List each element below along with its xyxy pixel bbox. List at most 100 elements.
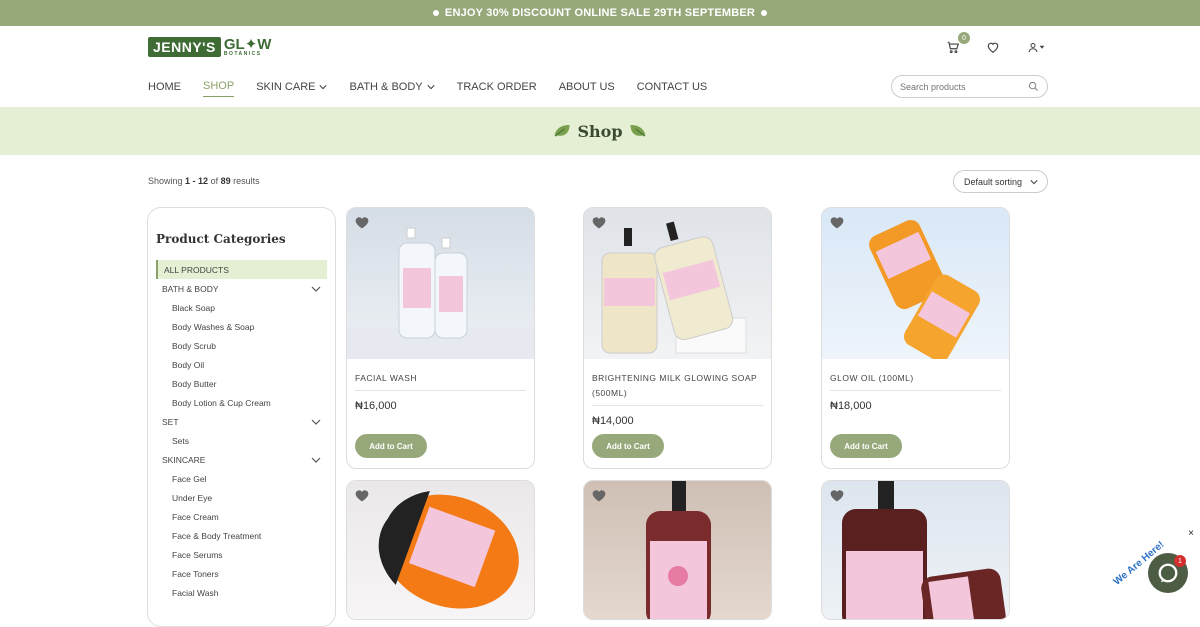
product-card[interactable]: FACIAL WASH ₦16,000 Add to Cart (346, 207, 535, 469)
category-label: BATH & BODY (162, 284, 219, 294)
page-banner: Shop (0, 107, 1200, 155)
product-card[interactable]: BRIGHTENING MILK GLOWING SOAP (500ML) ₦1… (583, 207, 772, 469)
nav-skin-care[interactable]: SKIN CARE (256, 80, 327, 97)
category-face-toners[interactable]: Face Toners (156, 564, 327, 583)
nav-label: HOME (148, 81, 181, 93)
heart-icon[interactable] (354, 488, 370, 502)
product-photo (822, 481, 1009, 620)
chat-close-button[interactable]: × (1188, 528, 1194, 539)
heart-icon (986, 40, 1000, 54)
product-name[interactable]: BRIGHTENING MILK GLOWING SOAP (500ML) (584, 359, 771, 401)
logo-glow: GL✦W BOTANICS (224, 37, 272, 57)
category-sets[interactable]: Sets (156, 431, 327, 450)
heart-icon[interactable] (591, 215, 607, 229)
bullet-icon (433, 10, 439, 16)
category-label: Black Soap (172, 303, 215, 313)
product-card[interactable] (346, 480, 535, 620)
chevron-down-icon (319, 83, 327, 91)
account-button[interactable] (1024, 38, 1048, 56)
wishlist-button[interactable] (984, 38, 1002, 56)
category-body-oil[interactable]: Body Oil (156, 355, 327, 374)
sort-select[interactable]: Default sorting (953, 170, 1048, 193)
nav-contact-us[interactable]: CONTACT US (637, 80, 708, 97)
announcement-text: ENJOY 30% DISCOUNT ONLINE SALE 29TH SEPT… (445, 7, 755, 19)
heart-icon[interactable] (354, 215, 370, 229)
product-price: ₦16,000 (347, 391, 534, 412)
cart-icon (946, 40, 960, 54)
category-body-butter[interactable]: Body Butter (156, 374, 327, 393)
leaf-icon (553, 123, 571, 139)
nav-shop[interactable]: SHOP (203, 80, 234, 97)
category-skincare[interactable]: SKINCARE (156, 450, 327, 469)
nav-label: CONTACT US (637, 81, 708, 93)
product-card[interactable]: GLOW OIL (100ML) ₦18,000 Add to Cart (821, 207, 1010, 469)
chevron-down-icon[interactable] (311, 455, 321, 465)
category-label: Sets (172, 436, 189, 446)
category-body-lotion[interactable]: Body Lotion & Cup Cream (156, 393, 327, 412)
product-card[interactable] (821, 480, 1010, 620)
product-image[interactable] (584, 481, 771, 620)
product-image[interactable] (584, 208, 771, 359)
category-facial-wash[interactable]: Facial Wash (156, 583, 327, 602)
leaf-icon (629, 123, 647, 139)
site-logo[interactable]: JENNY'S GL✦W BOTANICS (148, 37, 271, 57)
search-input[interactable] (900, 82, 1020, 92)
chevron-down-icon[interactable] (311, 284, 321, 294)
chat-button[interactable]: 1 (1148, 553, 1188, 593)
search-icon[interactable] (1028, 81, 1039, 92)
add-to-cart-button[interactable]: Add to Cart (592, 434, 664, 458)
product-name[interactable]: FACIAL WASH (347, 359, 534, 386)
category-face-body-treatment[interactable]: Face & Body Treatment (156, 526, 327, 545)
category-label: Body Oil (172, 360, 204, 370)
results-range: 1 - 12 (185, 176, 208, 186)
category-label: Face Toners (172, 569, 219, 579)
product-photo (584, 481, 771, 620)
category-set[interactable]: SET (156, 412, 327, 431)
category-label: SET (162, 417, 179, 427)
category-black-soap[interactable]: Black Soap (156, 298, 327, 317)
product-image[interactable] (822, 208, 1009, 359)
category-label: Facial Wash (172, 588, 218, 598)
results-total: 89 (221, 176, 231, 186)
product-photo (347, 208, 534, 359)
category-label: Body Scrub (172, 341, 216, 351)
product-image[interactable] (347, 208, 534, 359)
product-image[interactable] (347, 481, 534, 620)
cart-button[interactable]: 0 (944, 38, 962, 56)
category-face-cream[interactable]: Face Cream (156, 507, 327, 526)
heart-icon[interactable] (829, 215, 845, 229)
chevron-down-icon (1030, 178, 1038, 186)
announcement-bar: ENJOY 30% DISCOUNT ONLINE SALE 29TH SEPT… (0, 0, 1200, 26)
product-name[interactable]: GLOW OIL (100ML) (822, 359, 1009, 386)
category-sidebar: Product Categories ALL PRODUCTS BATH & B… (147, 207, 336, 627)
category-label: Face Cream (172, 512, 219, 522)
nav-track-order[interactable]: TRACK ORDER (457, 80, 537, 97)
product-price: ₦14,000 (584, 406, 771, 427)
category-label: Face & Body Treatment (172, 531, 261, 541)
nav-bath-body[interactable]: BATH & BODY (349, 80, 434, 97)
heart-icon[interactable] (591, 488, 607, 502)
category-face-gel[interactable]: Face Gel (156, 469, 327, 488)
category-body-washes-soap[interactable]: Body Washes & Soap (156, 317, 327, 336)
category-all-products[interactable]: ALL PRODUCTS (156, 260, 327, 279)
header-icons: 0 (944, 38, 1048, 56)
product-card[interactable] (583, 480, 772, 620)
category-bath-body[interactable]: BATH & BODY (156, 279, 327, 298)
category-under-eye[interactable]: Under Eye (156, 488, 327, 507)
category-label: Body Lotion & Cup Cream (172, 398, 271, 408)
chevron-down-icon[interactable] (311, 417, 321, 427)
product-image[interactable] (822, 481, 1009, 620)
add-to-cart-button[interactable]: Add to Cart (830, 434, 902, 458)
results-toolbar: Showing 1 - 12 of 89 results Default sor… (0, 155, 1200, 207)
category-body-scrub[interactable]: Body Scrub (156, 336, 327, 355)
site-header: JENNY'S GL✦W BOTANICS 0 HOME SHOP SKIN C… (0, 26, 1200, 107)
main-nav: HOME SHOP SKIN CARE BATH & BODY TRACK OR… (148, 80, 707, 97)
heart-icon[interactable] (829, 488, 845, 502)
nav-home[interactable]: HOME (148, 80, 181, 97)
category-face-serums[interactable]: Face Serums (156, 545, 327, 564)
add-to-cart-button[interactable]: Add to Cart (355, 434, 427, 458)
category-label: Face Serums (172, 550, 223, 560)
nav-label: SHOP (203, 80, 234, 92)
logo-main: JENNY'S (148, 37, 221, 57)
nav-about-us[interactable]: ABOUT US (559, 80, 615, 97)
